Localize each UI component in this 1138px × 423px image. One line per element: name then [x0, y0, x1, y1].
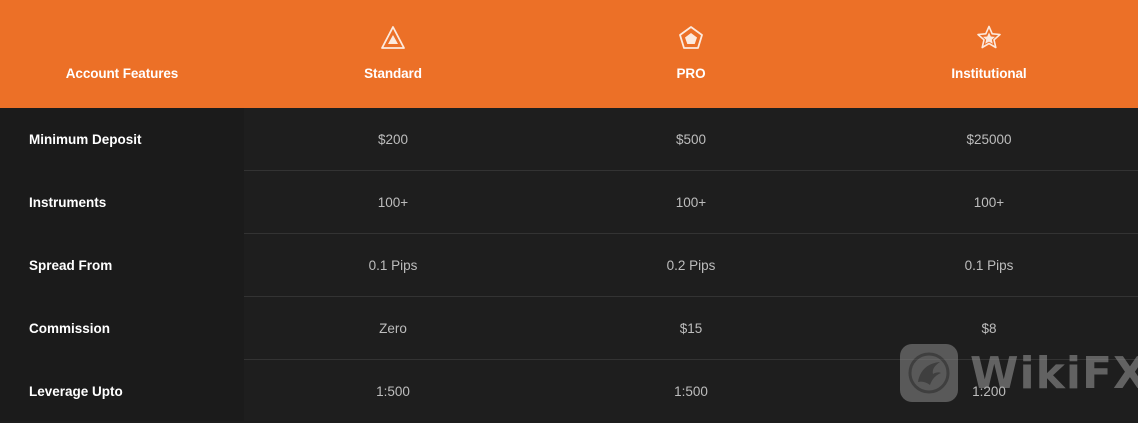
value-institutional: 100+ — [973, 195, 1005, 210]
feature-label: Leverage Upto — [29, 384, 123, 399]
header-cell-standard: Standard — [244, 0, 542, 108]
pentagon-icon — [677, 24, 705, 52]
star-icon — [975, 24, 1003, 52]
feature-label: Minimum Deposit — [29, 132, 142, 147]
value-institutional: 0.1 Pips — [964, 258, 1014, 273]
triangle-icon — [379, 24, 407, 52]
value-institutional: $25000 — [966, 132, 1012, 147]
value-standard: $200 — [377, 132, 409, 147]
wikifx-logo-icon — [900, 344, 958, 402]
value-standard: 0.1 Pips — [368, 258, 418, 273]
header-label-institutional: Institutional — [951, 66, 1027, 81]
header-cell-institutional: Institutional — [840, 0, 1138, 108]
header-cell-pro: PRO — [542, 0, 840, 108]
table-row-spread-from: Spread From 0.1 Pips 0.2 Pips 0.1 Pips — [0, 234, 1138, 297]
value-pro: 100+ — [675, 195, 707, 210]
value-pro: 0.2 Pips — [666, 258, 716, 273]
table-row-instruments: Instruments 100+ 100+ 100+ — [0, 171, 1138, 234]
feature-label: Spread From — [29, 258, 113, 273]
header-label-features: Account Features — [65, 66, 179, 81]
header-label-pro: PRO — [676, 66, 706, 81]
value-pro: 1:500 — [674, 384, 708, 399]
header-cell-features: Account Features — [0, 0, 244, 108]
header-label-standard: Standard — [364, 66, 422, 81]
watermark: WikiFX — [900, 344, 1138, 404]
feature-label: Commission — [29, 321, 111, 336]
value-pro: $15 — [679, 321, 703, 336]
table-row-minimum-deposit: Minimum Deposit $200 $500 $25000 — [0, 108, 1138, 171]
table-header: Account Features Standard PRO Institutio… — [0, 0, 1138, 108]
value-standard: 1:500 — [376, 384, 410, 399]
value-pro: $500 — [675, 132, 707, 147]
value-standard: Zero — [379, 321, 407, 336]
feature-label: Instruments — [29, 195, 107, 210]
value-standard: 100+ — [377, 195, 409, 210]
watermark-text: WikiFX — [970, 348, 1138, 399]
